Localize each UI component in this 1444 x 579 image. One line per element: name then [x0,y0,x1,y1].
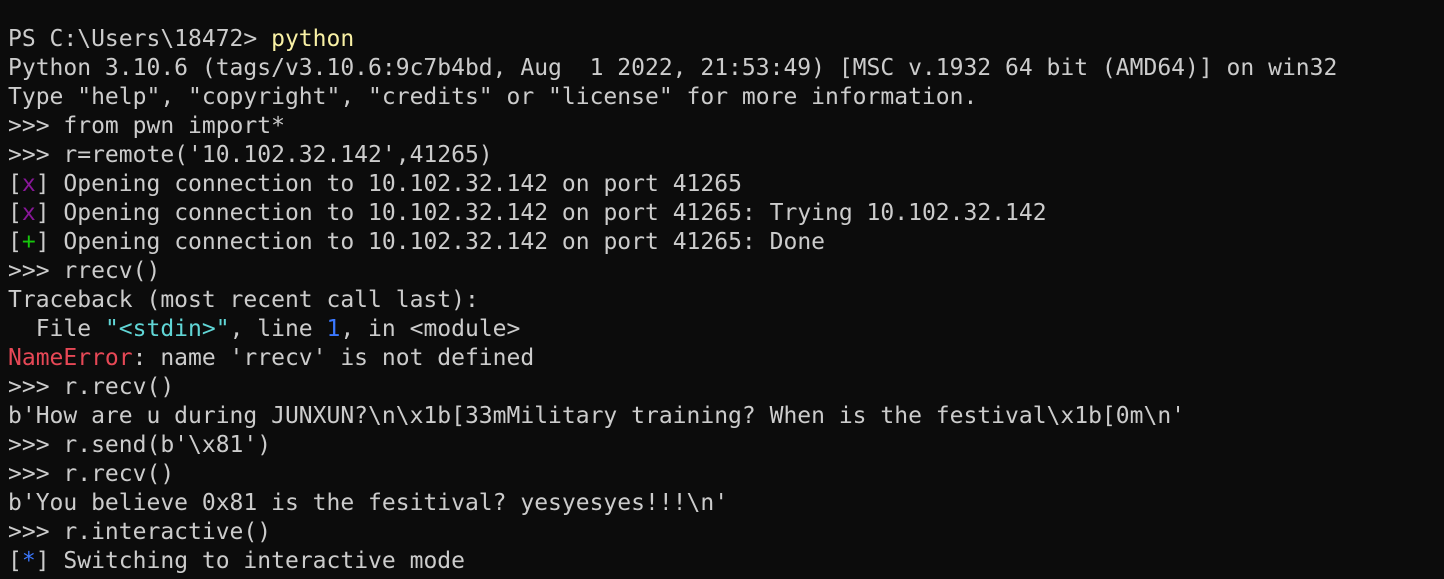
terminal-line: [x] Opening connection to 10.102.32.142 … [8,199,1444,228]
text-segment: File [8,316,105,342]
terminal-line: >>> r.recv() [8,373,1444,402]
text-segment: ] Opening connection to 10.102.32.142 on… [35,229,826,255]
text-segment: b'How are u during JUNXUN?\n\x1b[33mMili… [8,403,1186,429]
text-segment: >>> r=remote('10.102.32.142',41265) [8,142,493,168]
terminal-line: >>> r=remote('10.102.32.142',41265) [8,141,1444,170]
traceback-filename: "<stdin>" [104,316,230,342]
terminal-line: [+] Opening connection to 10.102.32.142 … [8,228,1444,257]
error-type: NameError [8,345,133,371]
terminal-line: b'How are u during JUNXUN?\n\x1b[33mMili… [8,402,1444,431]
text-segment: b'You believe 0x81 is the fesitival? yes… [8,490,729,516]
text-segment: ] Opening connection to 10.102.32.142 on… [35,171,742,197]
text-segment: [ [8,200,22,226]
terminal-line: >>> r.recv() [8,460,1444,489]
terminal-line: Python 3.10.6 (tags/v3.10.6:9c7b4bd, Aug… [8,54,1444,83]
terminal-line: Traceback (most recent call last): [8,286,1444,315]
text-segment: >>> from pwn import* [8,113,285,139]
text-segment: ] Opening connection to 10.102.32.142 on… [35,200,1047,226]
terminal-line: b'You believe 0x81 is the fesitival? yes… [8,489,1444,518]
terminal-line: >>> rrecv() [8,257,1444,286]
terminal-line: Type "help", "copyright", "credits" or "… [8,83,1444,112]
terminal-line: [x] Opening connection to 10.102.32.142 … [8,170,1444,199]
text-segment: , line [229,316,327,342]
text-segment: >>> r.interactive() [8,519,272,545]
text-segment: : name 'rrecv' is not defined [132,345,535,371]
terminal-line: NameError: name 'rrecv' is not defined [8,344,1444,373]
text-segment: Traceback (most recent call last): [8,287,479,313]
terminal-line: PS C:\Users\18472> python [8,25,1444,54]
text-segment: >>> r.recv() [8,461,175,487]
status-marker: x [21,200,36,226]
terminal-line: [*] Switching to interactive mode [8,547,1444,576]
terminal-line: >>> r.send(b'\x81') [8,431,1444,460]
text-segment: [ [8,229,22,255]
command-text: python [271,26,355,52]
text-segment: >>> r.send(b'\x81') [8,432,272,458]
terminal-line: >>> from pwn import* [8,112,1444,141]
text-segment: [ [8,548,22,574]
text-segment: ] Switching to interactive mode [35,548,465,574]
status-marker: x [21,171,36,197]
text-segment: >>> rrecv() [8,258,161,284]
terminal-line: File "<stdin>", line 1, in <module> [8,315,1444,344]
traceback-line-number: 1 [326,316,341,342]
text-segment: Type "help", "copyright", "credits" or "… [8,84,978,110]
text-segment: , in <module> [340,316,521,342]
text-segment: PS C:\Users\18472> [8,26,272,52]
status-marker: + [21,229,36,255]
text-segment: >>> r.recv() [8,374,175,400]
text-segment: [ [8,171,22,197]
terminal-output[interactable]: PS C:\Users\18472> python Python 3.10.6 … [0,0,1444,579]
terminal-line: >>> r.interactive() [8,518,1444,547]
status-marker: * [21,548,36,574]
text-segment: Python 3.10.6 (tags/v3.10.6:9c7b4bd, Aug… [8,55,1338,81]
